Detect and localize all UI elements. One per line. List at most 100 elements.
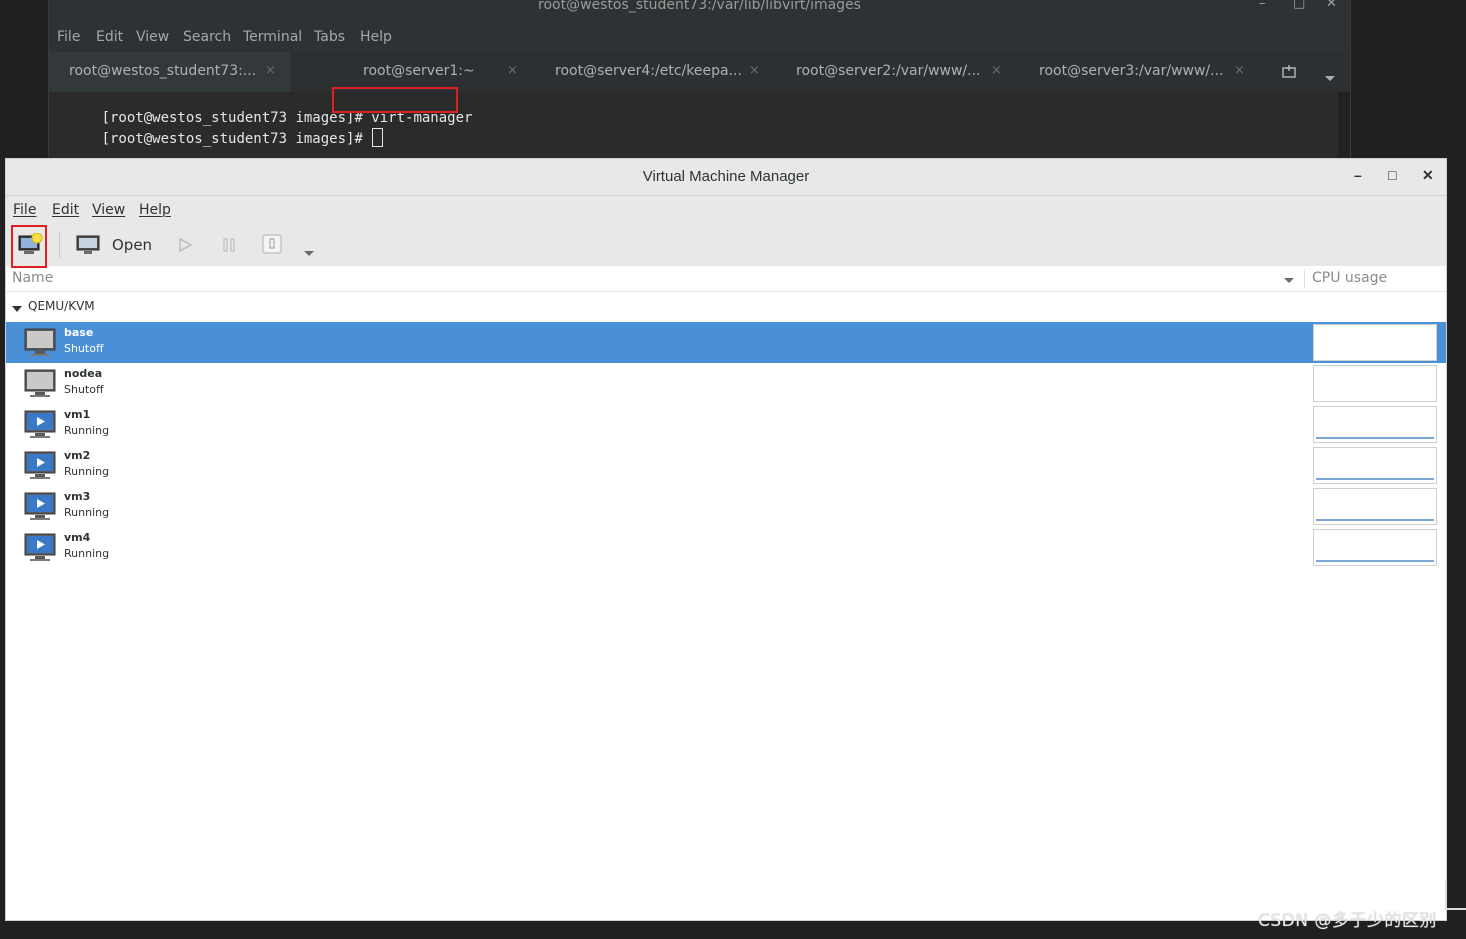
virt-manager-window: Virtual Machine Manager – □ ✕ File Edit …: [5, 158, 1447, 921]
vm-state: Running: [64, 465, 110, 478]
vm-running-icon: [24, 410, 58, 444]
vm-name: vm4: [64, 531, 91, 544]
vmm-minimize-button[interactable]: –: [1354, 167, 1362, 183]
vm-name: vm3: [64, 490, 91, 503]
vm-state: Shutoff: [64, 383, 104, 396]
terminal-tab-label: root@server2:/var/www/...: [796, 63, 981, 79]
connection-name: QEMU/KVM: [28, 299, 95, 313]
vm-running-icon: [24, 451, 58, 485]
cpu-usage-graph: [1313, 406, 1437, 443]
cpu-usage-line: [1316, 519, 1434, 521]
cpu-usage-graph: [1313, 488, 1437, 525]
terminal-tab-1[interactable]: root@westos_student73:... ×: [49, 52, 290, 94]
play-icon: [179, 237, 193, 253]
tab-close-icon[interactable]: ×: [265, 63, 276, 78]
vm-row[interactable]: vm3 Running: [6, 486, 1446, 527]
terminal-title: root@westos_student73:/var/lib/libvirt/i…: [538, 0, 861, 13]
terminal-cursor: [372, 128, 384, 147]
connection-group-row[interactable]: QEMU/KVM: [6, 292, 1446, 322]
terminal-tab-5[interactable]: root@server3:/var/www/... ×: [1018, 52, 1258, 92]
terminal-menu-search[interactable]: Search: [183, 29, 231, 45]
terminal-tab-3[interactable]: root@server4:/etc/keepa... ×: [534, 52, 774, 92]
vm-running-icon: [24, 492, 58, 526]
shutdown-options-chevron-down-icon[interactable]: [304, 242, 314, 261]
tab-close-icon[interactable]: ×: [991, 63, 1002, 78]
terminal-minimize-button[interactable]: –: [1259, 0, 1266, 11]
vm-row[interactable]: base Shutoff: [6, 322, 1446, 363]
terminal-menu-tabs[interactable]: Tabs: [314, 29, 345, 45]
vm-row[interactable]: vm1 Running: [6, 404, 1446, 445]
column-divider[interactable]: [1304, 269, 1305, 288]
new-tab-icon[interactable]: [1281, 64, 1297, 84]
tab-close-icon[interactable]: ×: [1234, 63, 1245, 78]
vm-shutoff-icon: [24, 369, 58, 403]
terminal-menu-terminal[interactable]: Terminal: [243, 29, 302, 45]
vm-name: vm2: [64, 449, 91, 462]
terminal-menu-view[interactable]: View: [136, 29, 169, 45]
vm-row[interactable]: nodea Shutoff: [6, 363, 1446, 404]
column-header-name[interactable]: Name: [12, 270, 53, 286]
vmm-maximize-button[interactable]: □: [1388, 167, 1396, 183]
vm-shutoff-icon: [24, 328, 58, 362]
pause-button[interactable]: [221, 237, 237, 257]
column-header-cpu-usage[interactable]: CPU usage: [1312, 270, 1387, 286]
terminal-menubar: File Edit View Search Terminal Tabs Help: [49, 22, 1350, 52]
terminal-tab-label: root@server4:/etc/keepa...: [555, 63, 742, 79]
vmm-menubar: File Edit View Help: [6, 196, 1446, 224]
terminal-menu-file[interactable]: File: [57, 29, 80, 45]
terminal-tab-label: root@westos_student73:...: [69, 63, 257, 79]
vm-state: Shutoff: [64, 342, 104, 355]
terminal-menu-help[interactable]: Help: [360, 29, 392, 45]
terminal-tab-label: root@server3:/var/www/...: [1039, 63, 1224, 79]
cpu-usage-graph: [1313, 447, 1437, 484]
terminal-titlebar: root@westos_student73:/var/lib/libvirt/i…: [49, 0, 1350, 22]
open-vm-button[interactable]: Open: [76, 235, 152, 259]
cpu-usage-line: [1316, 478, 1434, 480]
vm-row[interactable]: vm4 Running: [6, 527, 1446, 568]
vm-row[interactable]: vm2 Running: [6, 445, 1446, 486]
vm-state: Running: [64, 547, 110, 560]
vm-name: base: [64, 326, 94, 339]
resize-corner: [1445, 880, 1466, 910]
pause-icon: [223, 238, 235, 252]
vm-state: Running: [64, 506, 110, 519]
run-button[interactable]: [177, 237, 193, 257]
tab-menu-chevron-down-icon[interactable]: [1324, 68, 1336, 87]
terminal-tab-4[interactable]: root@server2:/var/www/... ×: [776, 52, 1016, 92]
terminal-tab-label: root@server1:~: [363, 63, 475, 79]
vmm-menu-file[interactable]: File: [13, 202, 36, 218]
shutdown-icon: [262, 234, 282, 254]
vmm-menu-help[interactable]: Help: [139, 202, 171, 218]
cpu-usage-graph: [1313, 365, 1437, 402]
vm-name: nodea: [64, 367, 103, 380]
vm-list-header: Name CPU usage: [6, 266, 1446, 292]
shutdown-button[interactable]: [262, 234, 282, 258]
terminal-close-button[interactable]: ✕: [1326, 0, 1337, 11]
sort-chevron-down-icon[interactable]: [1284, 272, 1294, 288]
cpu-usage-graph: [1313, 529, 1437, 566]
vmm-close-button[interactable]: ✕: [1422, 167, 1434, 184]
vmm-toolbar: Open: [6, 224, 1446, 267]
vm-state: Running: [64, 424, 110, 437]
cpu-usage-graph: [1313, 324, 1437, 361]
terminal-tab-2[interactable]: root@server1:~ ×: [292, 52, 532, 92]
vm-running-icon: [24, 533, 58, 567]
terminal-maximize-button[interactable]: □: [1293, 0, 1305, 11]
terminal-prompt: [root@westos_student73 images]#: [101, 131, 372, 147]
vmm-menu-edit[interactable]: Edit: [52, 202, 79, 218]
monitor-icon: [76, 235, 100, 254]
terminal-tab-bar: root@westos_student73:... × root@server1…: [49, 52, 1350, 94]
command-highlight-box: [332, 87, 458, 113]
vmm-title: Virtual Machine Manager: [642, 168, 810, 185]
new-vm-highlight-box: [11, 225, 47, 268]
vm-name: vm1: [64, 408, 91, 421]
vmm-menu-view[interactable]: View: [92, 202, 125, 218]
toolbar-separator: [59, 232, 60, 258]
expander-triangle-icon[interactable]: [12, 302, 22, 316]
vmm-titlebar: Virtual Machine Manager – □ ✕: [6, 159, 1446, 196]
terminal-menu-edit[interactable]: Edit: [96, 29, 123, 45]
cpu-usage-line: [1316, 437, 1434, 439]
tab-close-icon[interactable]: ×: [749, 63, 760, 78]
cpu-usage-line: [1316, 560, 1434, 562]
tab-close-icon[interactable]: ×: [507, 63, 518, 78]
